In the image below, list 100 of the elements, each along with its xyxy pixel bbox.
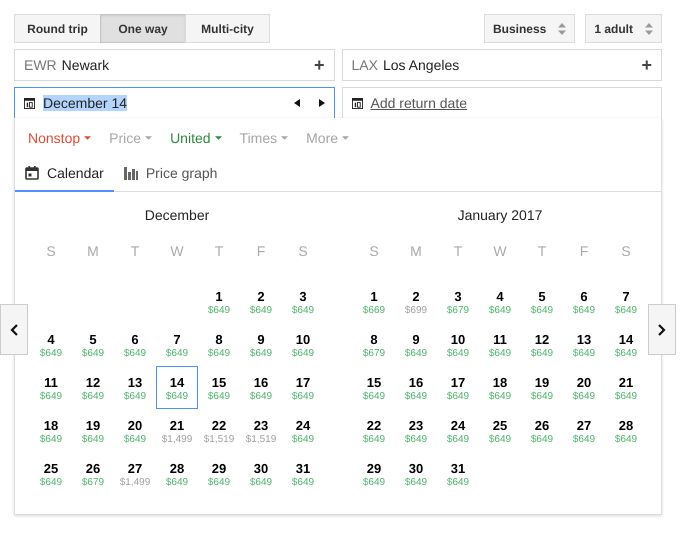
calendar-day[interactable]: 6 $649: [563, 280, 605, 323]
add-return-date-link[interactable]: Add return date: [370, 95, 468, 111]
calendar-day[interactable]: 2 $649: [240, 280, 282, 323]
calendar-day[interactable]: 5 $649: [72, 323, 114, 366]
weekday-label: T: [536, 242, 548, 260]
destination-field[interactable]: LAX Los Angeles +: [342, 49, 662, 81]
day-price: $649: [122, 434, 148, 445]
day-number: 8: [214, 332, 224, 347]
weekday-label: W: [169, 242, 185, 260]
calendar-day[interactable]: 25 $649: [30, 452, 72, 495]
calendar-day[interactable]: 27 $1,499: [114, 452, 156, 495]
calendar-day[interactable]: 16 $649: [395, 366, 437, 409]
calendar-day[interactable]: 11 $649: [30, 366, 72, 409]
day-price: $649: [362, 391, 386, 402]
calendar-day[interactable]: 21 $649: [605, 366, 647, 409]
date-value: December 14: [43, 95, 128, 111]
trip-type-button[interactable]: Round trip: [14, 14, 101, 43]
calendar-day[interactable]: 18 $649: [479, 366, 521, 409]
calendar-day[interactable]: 29 $649: [353, 452, 395, 495]
weekday-label: W: [492, 242, 508, 260]
day-number: 5: [88, 332, 98, 347]
calendar-day[interactable]: 31 $649: [282, 452, 324, 495]
calendar-day[interactable]: 9 $649: [395, 323, 437, 366]
day-number: 22: [366, 418, 382, 433]
view-tab[interactable]: Calendar: [15, 165, 114, 192]
calendar-day[interactable]: 4 $649: [30, 323, 72, 366]
calendar-day[interactable]: 6 $649: [114, 323, 156, 366]
calendar-day[interactable]: 19 $649: [521, 366, 563, 409]
calendar-day[interactable]: 19 $649: [72, 409, 114, 452]
trip-type-button[interactable]: One way: [100, 14, 186, 43]
day-number: 22: [210, 418, 228, 433]
view-tab[interactable]: Price graph: [114, 165, 228, 192]
calendar-day[interactable]: 31 $649: [437, 452, 479, 495]
calendar-day[interactable]: 15 $649: [198, 366, 240, 409]
calendar-day[interactable]: 26 $649: [521, 409, 563, 452]
calendar-day[interactable]: 3 $679: [437, 280, 479, 323]
previous-month-button[interactable]: [0, 304, 28, 355]
calendar-day[interactable]: 24 $649: [282, 409, 324, 452]
calendar-day[interactable]: 7 $649: [156, 323, 198, 366]
calendar-day[interactable]: 13 $649: [563, 323, 605, 366]
next-month-button[interactable]: [648, 304, 676, 355]
origin-field[interactable]: EWR Newark +: [14, 49, 334, 81]
add-button[interactable]: +: [641, 54, 652, 76]
calendar-day[interactable]: 17 $649: [437, 366, 479, 409]
day-price: $649: [38, 434, 64, 445]
filter-dropdown[interactable]: Nonstop: [28, 129, 92, 146]
calendar-day[interactable]: 30 $649: [395, 452, 437, 495]
previous-date-icon[interactable]: [294, 99, 300, 107]
calendar-day[interactable]: 22 $1,519: [198, 409, 240, 452]
calendar-day[interactable]: 14 $649: [605, 323, 647, 366]
calendar-day[interactable]: 22 $649: [353, 409, 395, 452]
calendar-day[interactable]: 13 $649: [114, 366, 156, 409]
calendar-day[interactable]: 23 $1,519: [240, 409, 282, 452]
calendar-day[interactable]: 30 $649: [240, 452, 282, 495]
day-number: 17: [450, 375, 466, 390]
calendar-day[interactable]: 1 $669: [353, 280, 395, 323]
calendar-day[interactable]: 8 $679: [353, 323, 395, 366]
calendar-day[interactable]: 2 $699: [395, 280, 437, 323]
day-price: $649: [38, 477, 64, 488]
add-button[interactable]: +: [314, 54, 324, 76]
calendar-day[interactable]: 20 $649: [114, 409, 156, 452]
calendar-day[interactable]: 14 $649: [156, 366, 198, 409]
next-date-icon[interactable]: [318, 99, 324, 107]
calendar-day[interactable]: 4 $649: [479, 280, 521, 323]
calendar-day[interactable]: 15 $649: [353, 366, 395, 409]
day-price: $649: [164, 391, 190, 402]
calendar-day[interactable]: 27 $649: [563, 409, 605, 452]
calendar-day[interactable]: 10 $649: [282, 323, 324, 366]
calendar-day[interactable]: 10 $649: [437, 323, 479, 366]
calendar-day[interactable]: 26 $679: [72, 452, 114, 495]
calendar-day[interactable]: 20 $649: [563, 366, 605, 409]
calendar-day[interactable]: 21 $1,499: [156, 409, 198, 452]
day-price: $649: [446, 434, 470, 445]
day-price: $649: [530, 391, 554, 402]
calendar-day[interactable]: 25 $649: [479, 409, 521, 452]
calendar-icon: [25, 166, 39, 180]
day-number: 24: [294, 418, 312, 433]
calendar-day[interactable]: 12 $649: [521, 323, 563, 366]
calendar-day[interactable]: 12 $649: [72, 366, 114, 409]
calendar-day[interactable]: 28 $649: [605, 409, 647, 452]
filter-dropdown[interactable]: United: [170, 129, 222, 146]
calendar-day[interactable]: 28 $649: [156, 452, 198, 495]
calendar-day[interactable]: 9 $649: [240, 323, 282, 366]
trip-type-button[interactable]: Multi-city: [185, 14, 270, 43]
calendar-day[interactable]: 8 $649: [198, 323, 240, 366]
calendar-day[interactable]: 24 $649: [437, 409, 479, 452]
calendar-day[interactable]: 18 $649: [30, 409, 72, 452]
calendar-day[interactable]: 16 $649: [240, 366, 282, 409]
calendar-day[interactable]: 17 $649: [282, 366, 324, 409]
calendar-day[interactable]: 29 $649: [198, 452, 240, 495]
cabin-select[interactable]: Business: [484, 14, 576, 43]
passengers-select[interactable]: 1 adult: [585, 14, 662, 43]
calendar-day[interactable]: 1 $649: [198, 280, 240, 323]
calendar-day[interactable]: 23 $649: [395, 409, 437, 452]
calendar-day[interactable]: 7 $649: [605, 280, 647, 323]
caret-icon: [145, 136, 152, 140]
calendar-day[interactable]: 3 $649: [282, 280, 324, 323]
day-number: 13: [576, 332, 592, 347]
calendar-day[interactable]: 11 $649: [479, 323, 521, 366]
calendar-day[interactable]: 5 $649: [521, 280, 563, 323]
